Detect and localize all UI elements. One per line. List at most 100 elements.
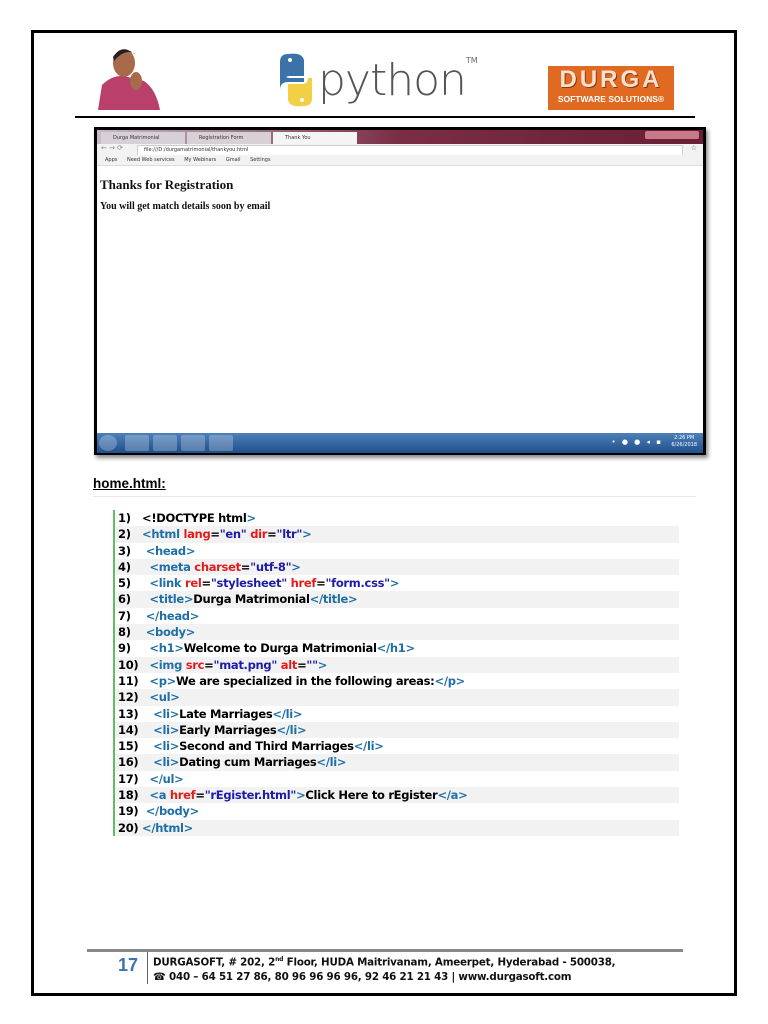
- code-token-text: Early Marriages: [179, 722, 277, 737]
- line-number: 13): [118, 706, 139, 721]
- chrome-icon[interactable]: [181, 435, 205, 451]
- code-line: 10) <img src="mat.png" alt="">: [115, 656, 679, 673]
- code-token-val: "mat.png": [213, 657, 281, 672]
- durga-logo: DURGA SOFTWARE SOLUTIONS®: [548, 66, 674, 110]
- code-line: 12) <ul>: [115, 689, 679, 706]
- explorer-icon[interactable]: [125, 435, 149, 451]
- address-text-end: Floor, HUDA Maitrivanam, Ameerpet, Hyder…: [283, 956, 616, 969]
- line-number: 10): [118, 657, 139, 672]
- taskbar: • ● ● ◂ ▪ 2:26 PM 6/26/2018: [97, 433, 703, 453]
- window-controls[interactable]: [645, 131, 699, 139]
- code-token-tag: <head>: [142, 543, 196, 558]
- code-token-tag: </a>: [437, 788, 468, 803]
- code-line: 7) </head>: [115, 608, 679, 624]
- word-icon[interactable]: [209, 435, 233, 451]
- code-token-text: =: [195, 788, 205, 803]
- bookmark-webinars[interactable]: My Webinars: [184, 157, 216, 163]
- python-wordmark: python: [318, 54, 467, 106]
- nav-arrows-icon[interactable]: ← → ⟳: [101, 144, 123, 152]
- code-line: 16) <li>Dating cum Marriages</li>: [115, 754, 679, 771]
- code-line: 17) </ul>: [115, 771, 679, 787]
- browser-tab[interactable]: Durga Matrimonial: [101, 132, 185, 144]
- code-line: 11) <p>We are specialized in the followi…: [115, 673, 679, 689]
- line-number: 11): [118, 673, 139, 688]
- bookmark-gmail[interactable]: Gmail: [226, 157, 241, 163]
- clock-time: 2:26 PM: [674, 435, 695, 441]
- bookmark-settings[interactable]: Settings: [250, 157, 271, 163]
- code-token-tag: </p>: [434, 673, 465, 688]
- taskbar-clock: 2:26 PM 6/26/2018: [671, 435, 697, 449]
- code-token-attr: src: [185, 657, 205, 672]
- code-token-text: We are specialized in the following area…: [176, 673, 435, 688]
- line-number: 6): [118, 592, 131, 607]
- start-button-icon[interactable]: [99, 435, 117, 451]
- file-label: home.html:: [93, 476, 166, 491]
- browser-screenshot: Durga Matrimonial Registration Form Than…: [94, 127, 706, 455]
- line-number: 1): [118, 511, 131, 525]
- code-token-tag: >: [317, 657, 328, 672]
- section-divider: [93, 496, 696, 497]
- code-token-tag: </h1>: [376, 641, 415, 656]
- line-number: 8): [118, 625, 131, 640]
- code-token-text: =: [201, 576, 211, 591]
- line-number: 4): [118, 559, 131, 574]
- code-token-attr: href: [290, 576, 317, 591]
- code-token-text: =: [267, 527, 277, 542]
- durga-logo-title: DURGA: [559, 66, 663, 93]
- code-token-tag: </body>: [142, 804, 200, 819]
- code-token-tag: <ul>: [142, 690, 180, 705]
- system-tray-icons[interactable]: • ● ● ◂ ▪: [611, 438, 663, 446]
- code-line: 20) </html>: [115, 819, 679, 836]
- code-token-val: "form.css": [325, 576, 390, 591]
- star-icon[interactable]: ☆: [691, 144, 697, 152]
- bookmark-web-services[interactable]: Need Web services: [127, 157, 175, 163]
- line-number: 7): [118, 608, 131, 623]
- code-token-tag: <li>: [142, 755, 180, 770]
- code-line: 9) <h1>Welcome to Durga Matrimonial</h1>: [115, 640, 679, 656]
- code-token-attr: rel: [184, 576, 202, 591]
- line-number: 9): [118, 641, 131, 656]
- code-line: 18) <a href="rEgister.html">Click Here t…: [115, 787, 679, 804]
- code-token-val: "rEgister.html": [204, 788, 297, 803]
- code-token-tag: </ul>: [142, 771, 184, 786]
- code-token-tag: <li>: [142, 706, 180, 721]
- footer-address: DURGASOFT, # 202, 2nd Floor, HUDA Maitri…: [153, 952, 616, 985]
- code-token-tag: <link: [142, 576, 185, 591]
- clock-date: 6/26/2018: [671, 442, 697, 448]
- code-token-text: Late Marriages: [179, 706, 273, 721]
- header-divider: [75, 116, 695, 118]
- author-photo: [94, 45, 166, 110]
- contact-text: 040 – 64 51 27 86, 80 96 96 96 96, 92 46…: [165, 971, 572, 984]
- browser-tab[interactable]: Registration Form: [187, 132, 271, 144]
- code-listing: 1) <!DOCTYPE html> 2) <html lang="en" dir="…: [113, 510, 679, 836]
- code-token-text: Second and Third Marriages: [179, 739, 354, 754]
- line-number: 14): [118, 722, 139, 737]
- line-number: 17): [118, 771, 139, 786]
- code-token-text: Durga Matrimonial: [193, 592, 310, 607]
- line-number: 18): [118, 788, 139, 803]
- bookmarks-bar: Apps Need Web services My Webinars Gmail…: [97, 155, 703, 166]
- code-token-tag: <li>: [142, 722, 180, 737]
- line-number: 16): [118, 755, 139, 770]
- code-line: 6) <title>Durga Matrimonial</title>: [115, 591, 679, 608]
- page-heading: Thanks for Registration: [100, 177, 234, 192]
- code-token-text: Dating cum Marriages: [179, 755, 317, 770]
- browser-tab-bar: Durga Matrimonial Registration Form Than…: [97, 130, 703, 144]
- trademark: TM: [465, 56, 478, 65]
- code-line: 3) <head>: [115, 543, 679, 559]
- code-line: 4) <meta charset="utf-8">: [115, 558, 679, 576]
- code-token-tag: </title>: [309, 592, 358, 607]
- browser-tab-active[interactable]: Thank You: [273, 132, 357, 144]
- code-token-tag: >: [302, 527, 312, 542]
- line-number: 12): [118, 690, 139, 705]
- bookmark-apps[interactable]: Apps: [105, 157, 117, 163]
- code-token-val: "ltr": [276, 527, 303, 542]
- browser-viewport: Thanks for Registration You will get mat…: [97, 166, 703, 436]
- code-token-tag: </html>: [142, 820, 193, 835]
- code-line: 13) <li>Late Marriages</li>: [115, 706, 679, 722]
- code-token-text: Welcome to Durga Matrimonial: [183, 641, 377, 656]
- code-line: 19) </body>: [115, 803, 679, 819]
- app-icon[interactable]: [153, 435, 177, 451]
- code-token-text: =: [240, 559, 251, 574]
- page-message: You will get match details soon by email: [100, 201, 271, 212]
